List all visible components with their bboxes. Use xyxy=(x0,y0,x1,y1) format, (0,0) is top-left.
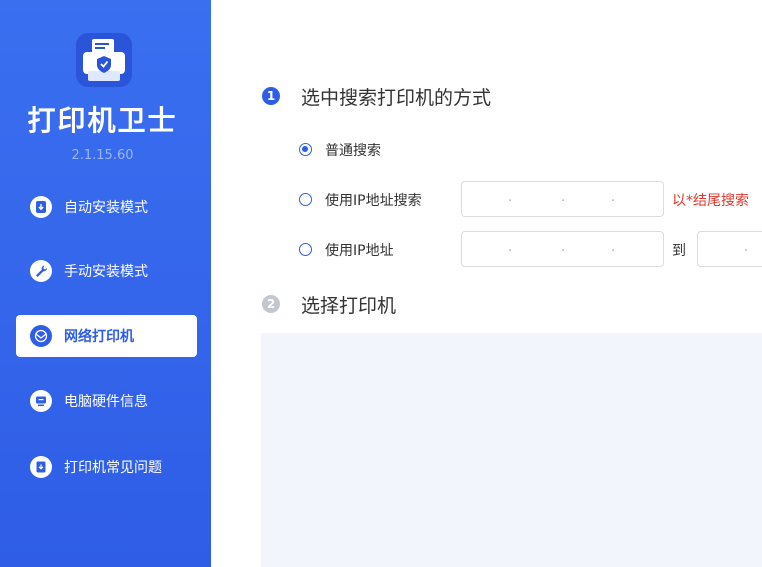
faq-document-icon xyxy=(30,456,52,478)
sidebar-item-label: 手动安装模式 xyxy=(64,264,148,280)
app-title: 打印机卫士 xyxy=(27,104,178,137)
sidebar-item-label: 打印机常见问题 xyxy=(64,460,162,476)
ip-range-start-input[interactable]: . . . xyxy=(461,231,664,267)
step-1-title: 选中搜索打印机的方式 xyxy=(301,87,492,109)
ip-search-label[interactable]: 使用IP地址搜索 xyxy=(325,190,422,210)
step-1-badge: 1 xyxy=(262,87,280,105)
ip-search-radio[interactable] xyxy=(299,193,312,206)
sidebar: 打印机卫士 2.1.15.60 自动安装模式 手动安装模式 网络打印机 电脑硬件… xyxy=(0,0,211,567)
app-version: 2.1.15.60 xyxy=(71,148,134,163)
sidebar-item-label: 自动安装模式 xyxy=(64,200,148,216)
step-2-title: 选择打印机 xyxy=(301,295,397,317)
sidebar-item-printer-faq[interactable]: 打印机常见问题 xyxy=(16,446,197,488)
sidebar-item-label: 电脑硬件信息 xyxy=(64,394,148,410)
ip-range-to-label: 到 xyxy=(672,243,686,259)
sidebar-item-auto-install[interactable]: 自动安装模式 xyxy=(16,186,197,228)
ip-search-input[interactable]: . . . xyxy=(461,181,664,217)
ip-range-radio[interactable] xyxy=(299,243,312,256)
network-globe-icon xyxy=(30,325,52,347)
ip-search-hint: 以*结尾搜索 xyxy=(672,193,749,209)
download-circle-icon xyxy=(30,196,52,218)
step-2-badge: 2 xyxy=(262,295,280,313)
ip-range-end-input[interactable]: . xyxy=(697,231,762,267)
normal-search-radio[interactable] xyxy=(299,143,312,156)
sidebar-item-label: 网络打印机 xyxy=(64,329,134,345)
ip-range-label[interactable]: 使用IP地址 xyxy=(325,240,394,260)
sidebar-item-hardware-info[interactable]: 电脑硬件信息 xyxy=(16,380,197,422)
printer-list-area[interactable] xyxy=(261,333,762,567)
printer-shield-logo-icon xyxy=(76,33,132,87)
sidebar-item-manual-install[interactable]: 手动安装模式 xyxy=(16,250,197,292)
sidebar-item-network-printer[interactable]: 网络打印机 xyxy=(16,315,197,357)
normal-search-label[interactable]: 普通搜索 xyxy=(325,140,381,160)
wrench-icon xyxy=(30,260,52,282)
monitor-icon xyxy=(30,390,52,412)
